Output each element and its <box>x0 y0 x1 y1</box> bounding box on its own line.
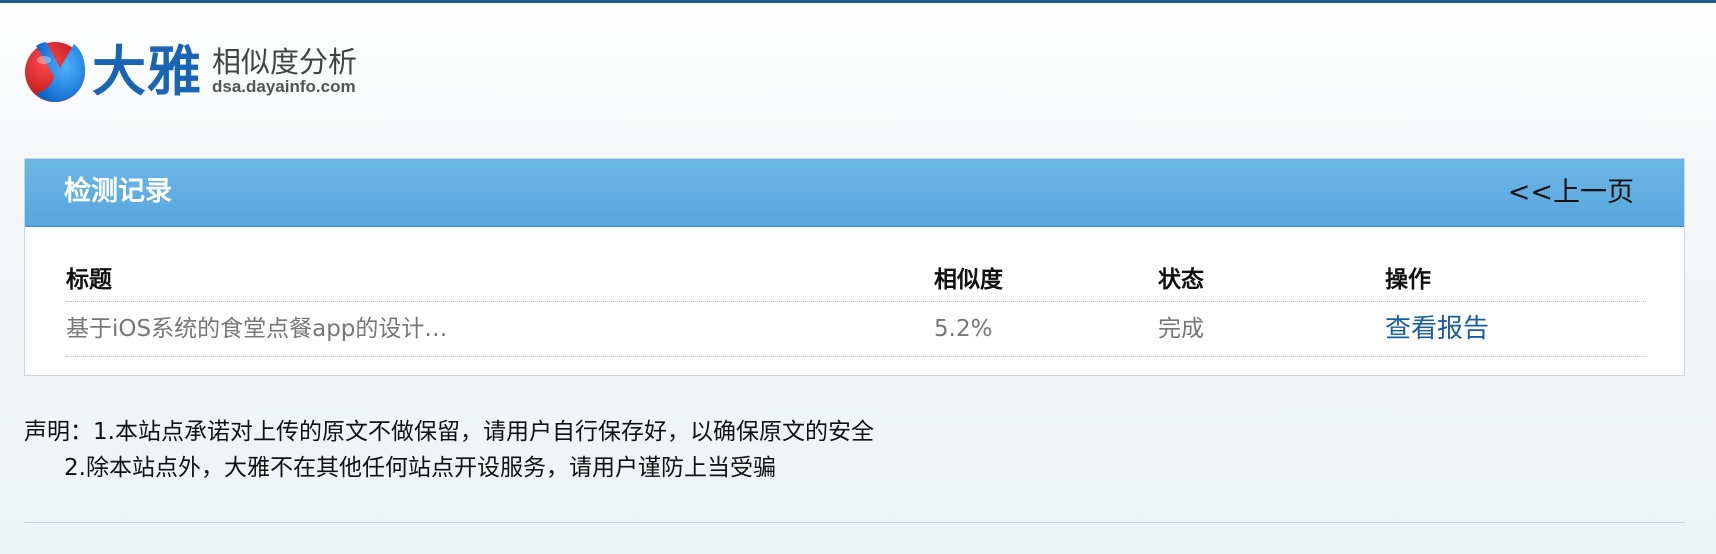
logo-domain: dsa.dayainfo.com <box>212 77 356 96</box>
records-table: 标题 相似度 状态 操作 基于iOS系统的食堂点餐app的设计… 5.2% 完成… <box>66 259 1646 357</box>
view-report-link[interactable]: 查看报告 <box>1385 302 1489 356</box>
prev-page-link[interactable]: <<上一页 <box>1508 175 1634 211</box>
column-header-title: 标题 <box>66 267 112 293</box>
top-border <box>0 0 1716 3</box>
panel-header: 检测记录 <<上一页 <box>25 159 1684 227</box>
logo-text: 相似度分析 dsa.dayainfo.com <box>212 46 357 96</box>
panel-title: 检测记录 <box>64 176 172 207</box>
logo-mark-icon <box>25 42 86 102</box>
footer-divider <box>24 522 1685 523</box>
column-header-similarity: 相似度 <box>934 267 1003 293</box>
logo-brand: 大雅 <box>92 39 202 103</box>
disclaimer-line-2: 2.除本站点外，大雅不在其他任何站点开设服务，请用户谨防上当受骗 <box>64 455 776 481</box>
disclaimer: 声明：1.本站点承诺对上传的原文不做保留，请用户自行保存好，以确保原文的安全 2… <box>24 414 874 486</box>
logo-subtitle: 相似度分析 <box>212 45 358 79</box>
record-status: 完成 <box>1158 316 1204 342</box>
table-row: 基于iOS系统的食堂点餐app的设计… 5.2% 完成 查看报告 <box>66 302 1646 357</box>
detection-records-panel: 检测记录 <<上一页 标题 相似度 状态 操作 基于iOS系统的食堂点餐app的… <box>24 158 1685 376</box>
disclaimer-line-1: 声明：1.本站点承诺对上传的原文不做保留，请用户自行保存好，以确保原文的安全 <box>24 419 874 445</box>
column-header-status: 状态 <box>1158 267 1204 293</box>
column-header-action: 操作 <box>1385 267 1431 293</box>
table-header-row: 标题 相似度 状态 操作 <box>66 259 1646 302</box>
record-title: 基于iOS系统的食堂点餐app的设计… <box>66 316 448 342</box>
site-logo[interactable]: 大雅 相似度分析 dsa.dayainfo.com <box>22 36 357 106</box>
record-similarity: 5.2% <box>934 316 993 342</box>
